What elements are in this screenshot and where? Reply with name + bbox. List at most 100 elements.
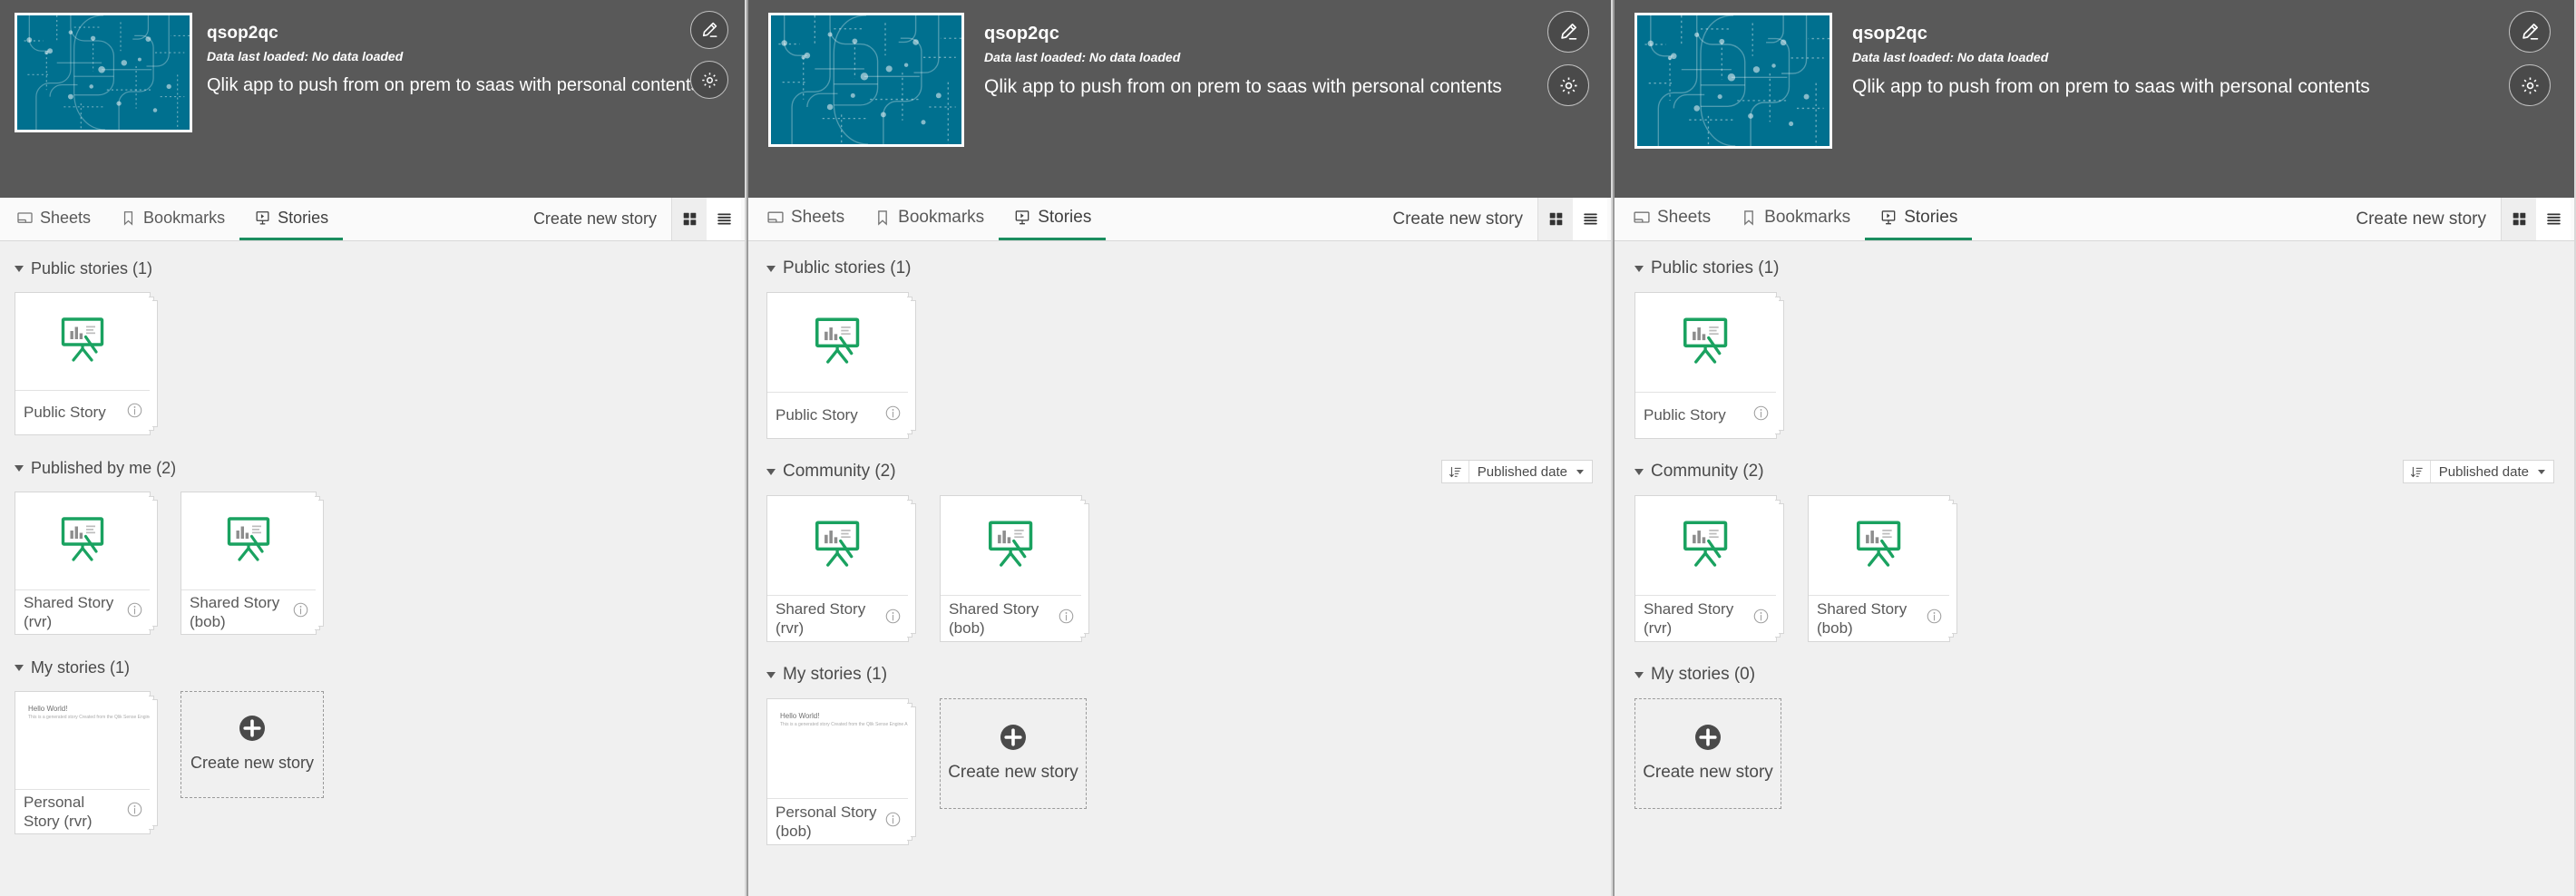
info-icon[interactable]: [1058, 608, 1075, 629]
sort-direction-button[interactable]: [2404, 461, 2431, 482]
info-icon[interactable]: [1752, 608, 1770, 629]
story-card[interactable]: Shared Story (bob): [181, 492, 324, 635]
section-collapse-caret[interactable]: [15, 464, 24, 472]
story-card[interactable]: Public Story: [766, 292, 916, 439]
tab-stories[interactable]: Stories: [239, 198, 344, 240]
create-new-story-label: Create new story: [190, 754, 315, 773]
app-settings-button[interactable]: [690, 61, 728, 99]
tab-sheets[interactable]: Sheets: [1615, 198, 1725, 240]
story-card[interactable]: Public Story: [15, 292, 158, 435]
story-card[interactable]: Shared Story (rvr): [15, 492, 158, 635]
section-collapse-caret[interactable]: [1634, 265, 1644, 272]
stories-content: Public stories (1) Public Stor: [0, 241, 746, 896]
tab-label: Stories: [1904, 208, 1958, 227]
story-icon: [1013, 209, 1031, 227]
edit-app-button[interactable]: [2509, 11, 2551, 53]
grid-view-button[interactable]: [672, 198, 707, 240]
info-icon[interactable]: [884, 608, 902, 629]
story-card-row: Public Story: [15, 292, 732, 435]
sort-field-value: Published date: [2438, 463, 2529, 480]
app-title: qsop2qc: [207, 24, 278, 43]
tab-sheets[interactable]: Sheets: [748, 198, 859, 240]
story-card[interactable]: Hello World! This is a generated story C…: [15, 691, 158, 834]
section-collapse-caret[interactable]: [15, 265, 24, 272]
app-description: Qlik app to push from on prem to saas wi…: [1852, 76, 2370, 97]
info-icon[interactable]: [884, 811, 902, 833]
app-panel: qsop2qc Data last loaded: No data loaded…: [0, 0, 748, 896]
story-icon: [254, 209, 271, 227]
app-settings-button[interactable]: [1547, 64, 1589, 106]
story-card-row: Public Story: [766, 292, 1593, 439]
story-preview-title: Hello World!: [28, 705, 68, 713]
app-header: qsop2qc Data last loaded: No data loaded…: [1615, 0, 2576, 198]
tabbar-actions: Create new story: [2341, 198, 2576, 240]
info-icon[interactable]: [126, 402, 143, 424]
story-title: Shared Story (rvr): [776, 599, 866, 637]
panel-scrollbar[interactable]: [745, 0, 746, 896]
edit-app-button[interactable]: [1547, 11, 1589, 53]
tab-bookmarks[interactable]: Bookmarks: [105, 198, 239, 240]
create-new-story-card[interactable]: Create new story: [1634, 698, 1781, 809]
navigation-tabbar: Sheets Bookmarks Stories Create new stor…: [1615, 198, 2576, 241]
grid-view-button[interactable]: [1538, 198, 1573, 240]
info-icon[interactable]: [1752, 404, 1770, 426]
sort-field-dropdown[interactable]: Published date: [2431, 461, 2553, 482]
grid-view-button[interactable]: [2502, 198, 2536, 240]
app-last-loaded: Data last loaded: No data loaded: [1852, 50, 2049, 64]
story-preview-text: Hello World! This is a generated story C…: [767, 699, 908, 728]
section-collapse-caret[interactable]: [1634, 671, 1644, 678]
create-new-story-card[interactable]: Create new story: [181, 691, 324, 798]
tab-bookmarks[interactable]: Bookmarks: [859, 198, 999, 240]
sort-field-dropdown[interactable]: Published date: [1469, 461, 1592, 482]
tab-label: Bookmarks: [143, 208, 226, 227]
story-card[interactable]: Public Story: [1634, 292, 1784, 439]
sheets-icon: [1633, 209, 1651, 227]
view-toggle-group: [2501, 198, 2571, 240]
tab-list: Sheets Bookmarks Stories: [0, 198, 344, 240]
app-header: qsop2qc Data last loaded: No data loaded…: [748, 0, 1613, 198]
bookmark-icon: [120, 209, 137, 227]
bookmark-icon: [1740, 209, 1758, 227]
story-card[interactable]: Shared Story (bob): [940, 495, 1089, 642]
tabbar-actions: Create new story: [1378, 198, 1613, 240]
list-view-button[interactable]: [707, 198, 741, 240]
tab-bookmarks[interactable]: Bookmarks: [1725, 198, 1865, 240]
info-icon[interactable]: [884, 404, 902, 426]
sort-direction-button[interactable]: [1442, 461, 1469, 482]
story-easel-icon: [1852, 517, 1905, 574]
section-collapse-caret[interactable]: [15, 664, 24, 671]
section-collapse-caret[interactable]: [766, 468, 776, 475]
sort-field-value: Published date: [1477, 463, 1567, 480]
tab-stories[interactable]: Stories: [1865, 198, 1973, 240]
story-thumbnail: Hello World! This is a generated story C…: [767, 699, 908, 799]
info-icon[interactable]: [292, 601, 309, 623]
tab-sheets[interactable]: Sheets: [0, 198, 105, 240]
edit-app-button[interactable]: [690, 11, 728, 49]
story-easel-icon: [223, 513, 274, 569]
story-card[interactable]: Shared Story (bob): [1808, 495, 1957, 642]
list-view-button[interactable]: [2536, 198, 2571, 240]
create-new-story-card[interactable]: Create new story: [940, 698, 1087, 809]
info-icon[interactable]: [126, 801, 143, 823]
info-icon[interactable]: [126, 601, 143, 623]
story-card[interactable]: Hello World! This is a generated story C…: [766, 698, 916, 845]
app-settings-button[interactable]: [2509, 64, 2551, 106]
story-card[interactable]: Shared Story (rvr): [766, 495, 916, 642]
sheets-icon: [766, 209, 785, 227]
list-view-button[interactable]: [1573, 198, 1607, 240]
section-title: Community (2): [1651, 462, 1764, 481]
story-card[interactable]: Shared Story (rvr): [1634, 495, 1784, 642]
create-new-story-link[interactable]: Create new story: [1378, 209, 1537, 229]
info-icon[interactable]: [1926, 608, 1943, 629]
panel-scrollbar[interactable]: [1611, 0, 1613, 896]
section-collapse-caret[interactable]: [766, 265, 776, 272]
section-collapse-caret[interactable]: [1634, 468, 1644, 475]
create-new-story-link[interactable]: Create new story: [519, 209, 671, 229]
tab-stories[interactable]: Stories: [999, 198, 1107, 240]
story-card-footer: Shared Story (rvr): [15, 590, 150, 634]
story-title: Shared Story (rvr): [1644, 599, 1734, 637]
stories-content: Public stories (1) Public Stor: [1615, 241, 2576, 896]
section-collapse-caret[interactable]: [766, 671, 776, 678]
create-new-story-link[interactable]: Create new story: [2341, 209, 2501, 229]
chevron-down-icon: [2538, 469, 2545, 474]
